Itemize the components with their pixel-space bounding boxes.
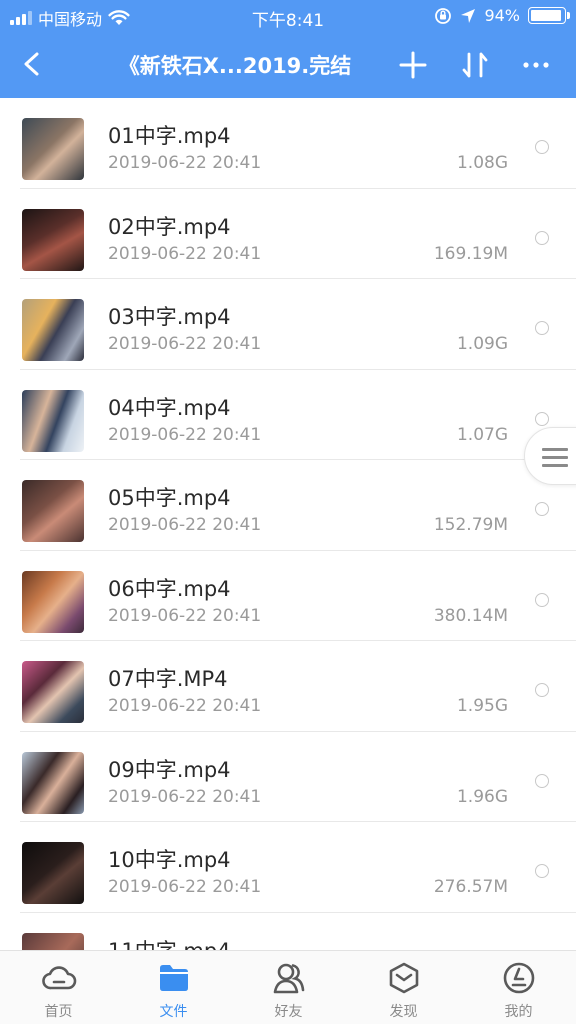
file-row[interactable]: 04中字.mp4 2019-06-22 20:41 1.07G — [0, 370, 576, 460]
file-name: 05中字.mp4 — [108, 486, 231, 510]
file-date: 2019-06-22 20:41 — [108, 877, 262, 897]
location-icon — [461, 8, 476, 23]
file-row[interactable]: 03中字.mp4 2019-06-22 20:41 1.09G — [0, 279, 576, 370]
file-date: 2019-06-22 20:41 — [108, 153, 262, 173]
file-name: 04中字.mp4 — [108, 395, 231, 420]
select-radio[interactable] — [535, 683, 549, 697]
video-thumbnail — [22, 299, 84, 361]
back-icon[interactable] — [14, 46, 50, 82]
file-size: 169.19M — [433, 243, 508, 264]
video-thumbnail — [22, 932, 84, 950]
select-radio[interactable] — [535, 864, 549, 878]
battery-icon — [528, 7, 570, 24]
tab-label: 文件 — [159, 1004, 188, 1020]
friends-icon — [273, 963, 305, 994]
file-size: 1.09G — [456, 334, 508, 354]
file-size: 1.95G — [456, 696, 508, 716]
battery-percent: 94% — [484, 6, 520, 25]
select-radio[interactable] — [535, 321, 549, 335]
file-date: 2019-06-22 20:41 — [108, 786, 262, 807]
discover-icon — [389, 962, 419, 994]
status-right: 94% — [434, 6, 570, 25]
tab-label: 好友 — [274, 1004, 303, 1020]
file-size: 1.08G — [456, 153, 508, 173]
file-row[interactable]: 05中字.mp4 2019-06-22 20:41 152.79M — [0, 460, 576, 551]
floating-menu-button[interactable] — [524, 427, 576, 485]
file-size: 276.57M — [433, 877, 508, 897]
tab-home[interactable]: 首页 — [1, 951, 116, 1024]
video-thumbnail — [22, 661, 84, 723]
file-name: 03中字.mp4 — [108, 305, 231, 329]
video-thumbnail — [22, 208, 84, 271]
file-row[interactable]: 06中字.mp4 2019-06-22 20:41 380.14M — [0, 551, 576, 641]
file-row[interactable]: 11中字.mp4 — [0, 913, 576, 951]
file-date: 2019-06-22 20:41 — [108, 605, 262, 626]
status-bar: 中国移动 下午8:41 94% — [0, 0, 576, 32]
tab-profile[interactable]: 我的 — [461, 951, 576, 1024]
file-name: 09中字.mp4 — [108, 757, 231, 782]
file-size: 1.07G — [456, 424, 508, 445]
tab-files[interactable]: 文件 — [116, 951, 231, 1024]
file-row[interactable]: 01中字.mp4 2019-06-22 20:41 1.08G — [0, 98, 576, 189]
video-thumbnail — [22, 842, 84, 904]
nav-bar: 《新铁石X...2019.完结 — [0, 32, 576, 98]
profile-icon — [503, 962, 535, 994]
file-name: 02中字.mp4 — [108, 214, 231, 239]
file-name: 07中字.MP4 — [108, 667, 228, 691]
tab-discover[interactable]: 发现 — [346, 951, 461, 1024]
tab-label: 我的 — [504, 1004, 533, 1020]
file-list: 01中字.mp4 2019-06-22 20:41 1.08G 02中字.mp4… — [0, 98, 576, 950]
folder-icon — [160, 965, 188, 991]
select-radio[interactable] — [535, 773, 549, 788]
file-date: 2019-06-22 20:41 — [108, 696, 262, 716]
video-thumbnail — [22, 480, 84, 542]
file-size: 380.14M — [433, 605, 508, 626]
file-name: 10中字.mp4 — [108, 848, 231, 872]
video-thumbnail — [22, 751, 84, 814]
file-size: 1.96G — [456, 786, 508, 807]
file-date: 2019-06-22 20:41 — [108, 243, 262, 264]
tab-label: 首页 — [44, 1004, 73, 1020]
select-radio[interactable] — [535, 140, 549, 154]
file-row[interactable]: 07中字.MP4 2019-06-22 20:41 1.95G — [0, 641, 576, 732]
tab-label: 发现 — [389, 1004, 418, 1020]
more-icon[interactable] — [518, 48, 554, 82]
file-row[interactable]: 09中字.mp4 2019-06-22 20:41 1.96G — [0, 732, 576, 822]
select-radio[interactable] — [535, 411, 549, 426]
rotation-lock-icon — [435, 7, 452, 24]
header: 中国移动 下午8:41 94% 《新铁石X...2019.完结 — [0, 0, 576, 98]
page-title: 《新铁石X...2019.完结 — [118, 54, 352, 78]
file-row[interactable]: 02中字.mp4 2019-06-22 20:41 169.19M — [0, 189, 576, 279]
file-date: 2019-06-22 20:41 — [108, 515, 262, 535]
video-thumbnail — [22, 389, 84, 452]
select-radio[interactable] — [535, 230, 549, 245]
cloud-icon — [42, 966, 77, 990]
add-icon[interactable] — [396, 48, 430, 82]
file-name: 11中字.mp4 — [108, 935, 231, 951]
file-size: 152.79M — [433, 515, 508, 535]
file-date: 2019-06-22 20:41 — [108, 424, 262, 445]
file-row[interactable]: 10中字.mp4 2019-06-22 20:41 276.57M — [0, 822, 576, 913]
sort-icon[interactable] — [458, 48, 492, 82]
tab-friends[interactable]: 好友 — [231, 951, 346, 1024]
tab-bar: 首页 文件 好友 发现 我的 — [0, 950, 576, 1024]
file-name: 06中字.mp4 — [108, 576, 231, 601]
video-thumbnail — [22, 570, 84, 633]
select-radio[interactable] — [535, 502, 549, 516]
file-name: 01中字.mp4 — [108, 124, 231, 148]
video-thumbnail — [22, 118, 84, 180]
file-date: 2019-06-22 20:41 — [108, 334, 262, 354]
select-radio[interactable] — [535, 592, 549, 607]
